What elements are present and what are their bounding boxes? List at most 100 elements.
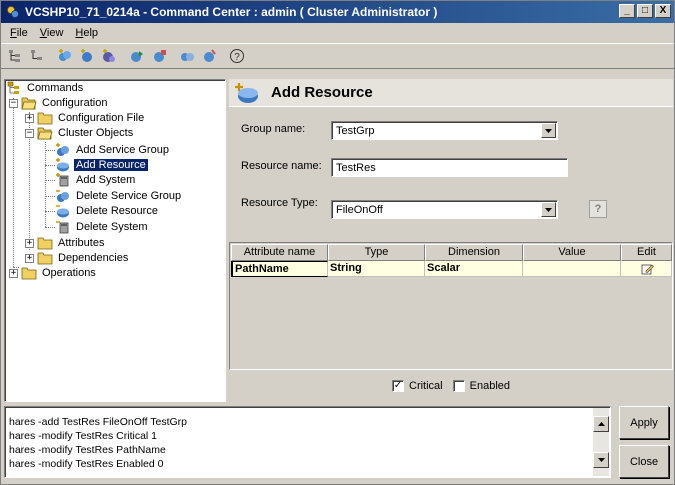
switch-icon[interactable]	[177, 46, 197, 66]
question-mark-icon: ?	[594, 203, 602, 215]
add-service-group-icon	[55, 142, 71, 158]
scroll-up-button[interactable]	[593, 416, 609, 432]
title-bar[interactable]: VCSHP10_71_0214a - Command Center : admi…	[1, 1, 674, 23]
folder-icon	[37, 250, 53, 266]
tree-node-operations[interactable]: Operations	[21, 265, 98, 281]
open-folder-icon	[37, 125, 53, 141]
critical-label: Critical	[409, 380, 443, 392]
cell-type: String	[328, 261, 425, 277]
delete-service-group-icon	[55, 188, 71, 204]
command-output[interactable]: hares -add TestRes FileOnOff TestGrp har…	[4, 406, 611, 478]
attributes-expand-toggle[interactable]: +	[25, 239, 34, 248]
cluster-objects-collapse-toggle[interactable]: −	[25, 129, 34, 138]
tree-node-dependencies[interactable]: Dependencies	[37, 250, 130, 266]
dependencies-expand-toggle[interactable]: +	[25, 254, 34, 263]
add-resource-panel: Add Resource Group name: TestGrp Resourc…	[229, 79, 673, 402]
tree-node-commands[interactable]: Commands	[6, 80, 85, 96]
column-header-edit[interactable]: Edit	[621, 244, 672, 261]
commands-icon	[6, 80, 22, 96]
folder-icon	[37, 235, 53, 251]
panel-header: Add Resource	[229, 79, 673, 107]
group-name-select[interactable]: TestGrp	[331, 121, 558, 140]
tree-view-icon[interactable]	[5, 46, 25, 66]
help-icon[interactable]: ?	[227, 46, 247, 66]
clear-fault-icon[interactable]	[199, 46, 219, 66]
enabled-label: Enabled	[469, 380, 510, 392]
enabled-checkbox[interactable]: Enabled	[452, 380, 510, 392]
tree-node-delete-system[interactable]: Delete System	[55, 219, 150, 235]
configuration-file-expand-toggle[interactable]: +	[25, 114, 34, 123]
resource-name-input[interactable]: TestRes	[331, 158, 568, 177]
cell-value[interactable]	[523, 261, 621, 277]
tree-node-configuration-file[interactable]: Configuration File	[37, 110, 146, 126]
svg-text:?: ?	[234, 52, 240, 63]
minimize-button[interactable]: _	[619, 4, 635, 18]
menu-view[interactable]: View	[34, 27, 70, 39]
apply-button[interactable]: Apply	[619, 406, 669, 439]
delete-resource-icon	[55, 203, 71, 219]
column-header-attribute-name[interactable]: Attribute name	[231, 244, 328, 261]
window-title: VCSHP10_71_0214a - Command Center : admi…	[25, 5, 438, 19]
tree-node-delete-resource[interactable]: Delete Resource	[55, 203, 160, 219]
command-line: hares -add TestRes FileOnOff TestGrp	[9, 416, 187, 428]
column-header-value[interactable]: Value	[523, 244, 621, 261]
table-row[interactable]: PathName String Scalar	[231, 261, 672, 277]
tree-node-add-system[interactable]: Add System	[55, 172, 137, 188]
toolbar: ?	[1, 43, 674, 69]
close-window-button[interactable]: X	[655, 4, 671, 18]
resource-type-value: FileOnOff	[336, 204, 383, 216]
add-service-group-icon[interactable]	[55, 46, 75, 66]
group-name-value: TestGrp	[336, 125, 375, 137]
panel-title: Add Resource	[271, 84, 373, 101]
chevron-down-icon[interactable]	[541, 202, 556, 217]
maximize-button[interactable]: □	[637, 4, 653, 18]
attribute-grid: Attribute name Type Dimension Value Edit…	[229, 242, 673, 370]
add-resource-large-icon	[233, 81, 261, 105]
add-resource-icon[interactable]	[77, 46, 97, 66]
command-line: hares -modify TestRes Critical 1	[9, 430, 158, 442]
open-folder-icon	[21, 95, 37, 111]
checkmark-icon[interactable]: ✓	[392, 380, 404, 392]
command-center-window: VCSHP10_71_0214a - Command Center : admi…	[0, 0, 675, 485]
scroll-down-button[interactable]	[593, 452, 609, 468]
operations-expand-toggle[interactable]: +	[9, 269, 18, 278]
resource-type-select[interactable]: FileOnOff	[331, 200, 558, 219]
tree-node-configuration[interactable]: Configuration	[21, 95, 109, 111]
delete-system-icon	[55, 219, 71, 235]
edit-pencil-icon[interactable]	[641, 263, 654, 275]
online-icon[interactable]	[127, 46, 147, 66]
chevron-down-icon[interactable]	[541, 123, 556, 138]
checkbox-empty[interactable]	[452, 380, 465, 392]
command-line: hares -modify TestRes PathName	[9, 444, 166, 456]
add-system-icon	[55, 172, 71, 188]
add-system-icon[interactable]	[99, 46, 119, 66]
resource-name-label: Resource name:	[241, 160, 322, 172]
resource-name-value: TestRes	[336, 162, 376, 174]
window-controls: _ □ X	[617, 4, 671, 18]
cluster-app-icon	[5, 4, 21, 20]
cell-dimension: Scalar	[425, 261, 523, 277]
commands-tree: Commands − Configuration + Configuration…	[4, 79, 226, 402]
column-header-type[interactable]: Type	[328, 244, 425, 261]
tree-node-add-service-group[interactable]: Add Service Group	[55, 142, 171, 158]
tree-node-cluster-objects[interactable]: Cluster Objects	[37, 125, 135, 141]
tree-node-add-resource[interactable]: Add Resource	[55, 157, 148, 173]
tree-node-delete-service-group[interactable]: Delete Service Group	[55, 188, 183, 204]
menu-bar: File View Help	[1, 23, 674, 42]
add-resource-icon	[55, 157, 71, 173]
configuration-collapse-toggle[interactable]: −	[9, 99, 18, 108]
column-header-dimension[interactable]: Dimension	[425, 244, 523, 261]
critical-checkbox[interactable]: ✓ Critical	[392, 380, 443, 392]
tree-node-attributes[interactable]: Attributes	[37, 235, 106, 251]
menu-file[interactable]: File	[4, 27, 34, 39]
command-line: hares -modify TestRes Enabled 0	[9, 458, 164, 470]
close-button[interactable]: Close	[619, 445, 669, 478]
offline-icon[interactable]	[149, 46, 169, 66]
resource-type-help-button[interactable]: ?	[589, 200, 607, 218]
command-scrollbar[interactable]	[593, 408, 609, 476]
folder-icon	[37, 110, 53, 126]
menu-help[interactable]: Help	[69, 27, 104, 39]
commands-view-icon[interactable]	[27, 46, 47, 66]
cell-edit	[621, 261, 672, 277]
cell-attribute-name: PathName	[231, 261, 328, 277]
